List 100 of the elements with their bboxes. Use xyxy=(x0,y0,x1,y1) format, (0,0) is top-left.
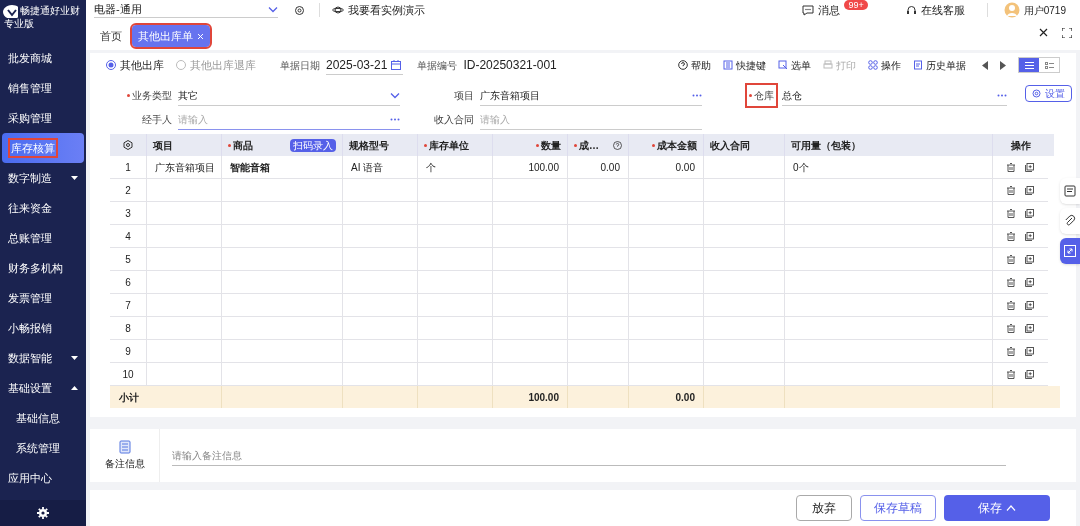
trash-icon xyxy=(1007,277,1015,287)
trash-icon xyxy=(1007,300,1015,310)
caret-down-icon xyxy=(71,356,78,360)
trash-icon xyxy=(1007,231,1015,241)
header-field[interactable]: 2025-03-21 xyxy=(326,55,404,75)
settings-icon xyxy=(1032,89,1041,98)
subtotal-cell: 0.00 xyxy=(629,386,704,408)
fullscreen-icon xyxy=(1062,28,1072,38)
side-tool-button[interactable] xyxy=(1060,208,1080,234)
toolbar-button[interactable]: 选单 xyxy=(778,57,811,73)
sidebar-item[interactable]: 系统管理 xyxy=(0,433,86,463)
grid-icon xyxy=(868,60,878,70)
field-label: 单据编号 xyxy=(417,58,458,73)
toolbar-button: 打印 xyxy=(823,57,856,73)
more-icon xyxy=(390,117,400,121)
more-icon xyxy=(997,93,1007,97)
radio-option[interactable]: 其他出库 xyxy=(106,56,164,74)
messages-link[interactable]: 消息 xyxy=(802,1,841,19)
action-button[interactable]: 保存草稿 xyxy=(860,495,936,521)
sidebar-item[interactable]: 基础信息 xyxy=(0,403,86,433)
headset-icon xyxy=(905,4,917,16)
side-tool-button[interactable] xyxy=(1060,178,1080,204)
copy-icon xyxy=(1025,231,1034,241)
arrow-left-icon xyxy=(982,60,988,70)
settings-icon xyxy=(37,507,49,519)
tab[interactable]: 首页 xyxy=(94,25,128,47)
calendar-icon xyxy=(391,59,402,70)
toolbar-button[interactable]: 快捷键 xyxy=(723,57,766,73)
chevron-down-icon xyxy=(268,6,278,13)
sidebar-item[interactable]: 批发商城 xyxy=(0,43,86,73)
trash-icon xyxy=(1007,185,1015,195)
expand-icon xyxy=(1063,244,1077,258)
action-button[interactable]: 保存 xyxy=(944,495,1050,521)
chevron-down-icon xyxy=(390,91,400,99)
sidebar-item[interactable]: 库存核算 xyxy=(2,133,84,163)
input-field[interactable]: 广东音箱项目 xyxy=(480,85,702,106)
message-count-badge: 99+ xyxy=(844,0,868,10)
column-header: 可用量（包装） xyxy=(791,138,861,153)
chat-icon xyxy=(802,4,815,16)
sidebar-item[interactable]: 数字制造 xyxy=(0,163,86,193)
copy-icon xyxy=(1025,369,1034,379)
column-header: 规格型号 xyxy=(349,138,389,153)
column-header: 成… xyxy=(579,138,599,153)
header-field[interactable]: ID-20250321-001 xyxy=(463,55,557,75)
sidebar-item[interactable]: 财务多机构 xyxy=(0,253,86,283)
sidebar-item[interactable]: 数据智能 xyxy=(0,343,86,373)
subtotal-label: 小计 xyxy=(117,390,140,405)
column-header: 收入合同 xyxy=(710,138,750,153)
field-label: 项目 xyxy=(454,89,474,103)
edition-label: 专业版 xyxy=(3,19,35,29)
support-link[interactable]: 在线客服 xyxy=(905,1,965,19)
sidebar-item[interactable]: 发票管理 xyxy=(0,283,86,313)
copy-icon xyxy=(1025,254,1034,264)
copy-icon xyxy=(1025,277,1034,287)
notes-icon xyxy=(118,440,131,454)
input-field[interactable]: 总仓 xyxy=(782,85,1007,106)
toolbar-button[interactable]: 操作 xyxy=(868,57,901,73)
scan-entry-button[interactable]: 扫码录入 xyxy=(290,138,336,152)
sidebar-item[interactable]: 销售管理 xyxy=(0,73,86,103)
column-header: 数量 xyxy=(541,138,561,153)
field-label: 仓库 xyxy=(747,85,776,106)
planet-icon xyxy=(332,5,344,15)
trash-icon xyxy=(1007,208,1015,218)
more-icon xyxy=(692,93,702,97)
user-menu[interactable]: 用户0719 xyxy=(1003,2,1072,18)
action-button[interactable]: 放弃 xyxy=(796,495,852,521)
caret-up-icon xyxy=(71,386,78,390)
sidebar-item[interactable]: 总账管理 xyxy=(0,223,86,253)
settings-icon xyxy=(123,140,133,150)
field-label: 收入合同 xyxy=(434,113,474,127)
copy-icon xyxy=(1025,300,1034,310)
company-select[interactable]: 电器-通用 xyxy=(94,2,278,18)
field-label: 经手人 xyxy=(142,113,172,127)
field-label: 业务类型 xyxy=(127,88,172,103)
settings-button[interactable]: 设置 xyxy=(1025,85,1072,102)
sidebar-item[interactable]: 采购管理 xyxy=(0,103,86,133)
side-tool-button[interactable] xyxy=(1060,238,1080,264)
copy-icon xyxy=(1025,185,1034,195)
demo-link[interactable]: 我要看实例演示 xyxy=(332,1,425,19)
sidebar-item[interactable]: 小畅报销 xyxy=(0,313,86,343)
logo-text: 畅捷通好业财 xyxy=(20,4,80,18)
toolbar-button[interactable]: 历史单据 xyxy=(913,57,966,73)
paperclip-icon xyxy=(1063,214,1077,228)
sidebar-item[interactable]: 应用中心 xyxy=(0,463,86,493)
toolbar-button[interactable]: 帮助 xyxy=(678,57,711,73)
keyboard-icon xyxy=(723,60,733,70)
sidebar-item[interactable]: 往来资金 xyxy=(0,193,86,223)
input-field[interactable]: 其它 xyxy=(178,85,400,106)
view-toggle[interactable] xyxy=(1019,58,1039,72)
close-icon xyxy=(197,32,204,40)
tab[interactable]: 其他出库单 xyxy=(132,25,210,47)
document-icon xyxy=(778,60,788,70)
sidebar-item[interactable]: 基础设置 xyxy=(0,373,86,403)
arrow-right-icon xyxy=(1000,60,1006,70)
trash-icon xyxy=(1007,254,1015,264)
column-header: 成本金额 xyxy=(657,138,697,153)
trash-icon xyxy=(1007,369,1015,379)
trash-icon xyxy=(1007,323,1015,333)
note-icon xyxy=(1063,184,1077,198)
column-header: 商品 xyxy=(233,138,253,153)
